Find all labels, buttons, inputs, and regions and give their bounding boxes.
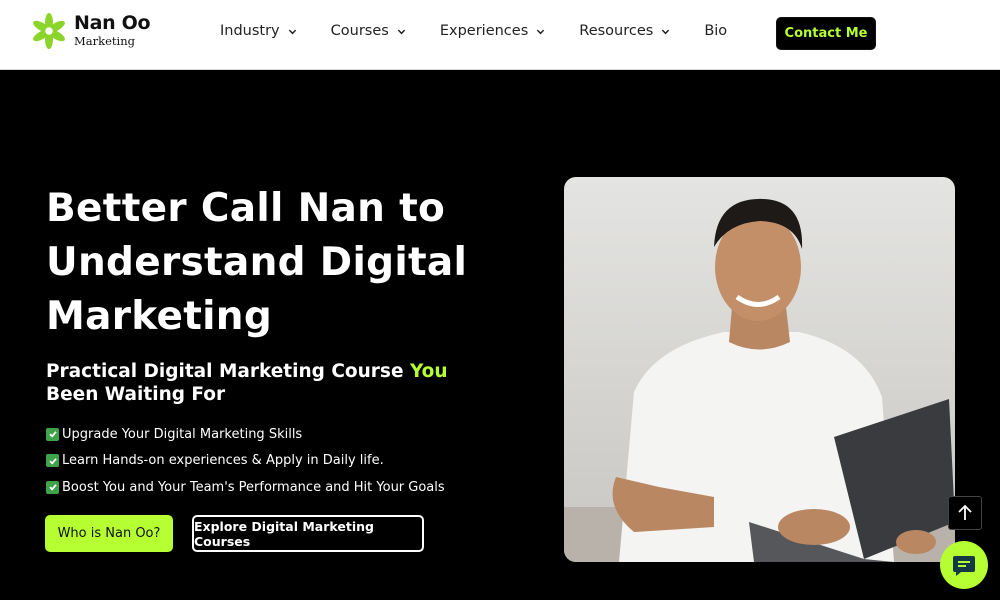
list-item-text: Boost You and Your Team's Performance an… <box>62 479 445 495</box>
list-item: Learn Hands-on experiences & Apply in Da… <box>46 448 445 475</box>
brand-tagline: Marketing <box>74 34 135 49</box>
chat-button[interactable] <box>940 541 988 589</box>
main-nav: Industry Courses Experiences Resources B… <box>220 23 727 39</box>
nav-item-bio[interactable]: Bio <box>704 23 727 39</box>
nav-item-resources[interactable]: Resources <box>579 23 670 39</box>
brand-logo[interactable]: Nan Oo Marketing <box>30 12 151 50</box>
list-item-text: Learn Hands-on experiences & Apply in Da… <box>62 453 384 469</box>
nav-item-label: Industry <box>220 23 280 39</box>
chevron-down-icon <box>537 29 545 34</box>
scroll-to-top-button[interactable] <box>948 496 982 530</box>
star-logo-icon <box>33 12 65 50</box>
subtitle-highlight: You <box>409 361 448 382</box>
checkmark-icon <box>46 480 59 494</box>
brand-name: Nan Oo <box>74 12 151 35</box>
nav-item-label: Resources <box>579 23 654 39</box>
subtitle-text: Practical Digital Marketing Course <box>46 361 410 382</box>
checkmark-icon <box>46 454 59 468</box>
chevron-down-icon <box>397 29 406 34</box>
list-item: Boost You and Your Team's Performance an… <box>46 474 445 501</box>
chevron-down-icon <box>288 29 296 34</box>
chat-bubble-icon <box>953 556 975 576</box>
list-item: Upgrade Your Digital Marketing Skills <box>46 421 445 448</box>
who-is-nan-oo-button[interactable]: Who is Nan Oo? <box>45 515 173 552</box>
subtitle-text-end: Been Waiting For <box>46 384 226 405</box>
nav-item-label: Bio <box>704 23 728 39</box>
nav-item-courses[interactable]: Courses <box>331 23 406 39</box>
benefits-list: Upgrade Your Digital Marketing Skills Le… <box>46 421 445 501</box>
site-header: Nan Oo Marketing Industry Courses Experi… <box>0 0 1000 70</box>
checkmark-icon <box>46 427 59 441</box>
list-item-text: Upgrade Your Digital Marketing Skills <box>62 426 303 442</box>
contact-button[interactable]: Contact Me <box>776 17 876 50</box>
chevron-down-icon <box>662 29 670 34</box>
nav-item-label: Courses <box>330 23 389 39</box>
nav-item-industry[interactable]: Industry <box>220 23 297 39</box>
nav-item-label: Experiences <box>439 23 529 39</box>
hero-subtitle: Practical Digital Marketing Course You B… <box>46 360 506 406</box>
explore-courses-button[interactable]: Explore Digital Marketing Courses <box>192 515 424 552</box>
nav-item-experiences[interactable]: Experiences <box>440 23 545 39</box>
hero-title: Better Call Nan to Understand Digital Ma… <box>46 186 468 339</box>
arrow-up-icon <box>958 504 972 520</box>
hero-photo <box>564 177 955 562</box>
